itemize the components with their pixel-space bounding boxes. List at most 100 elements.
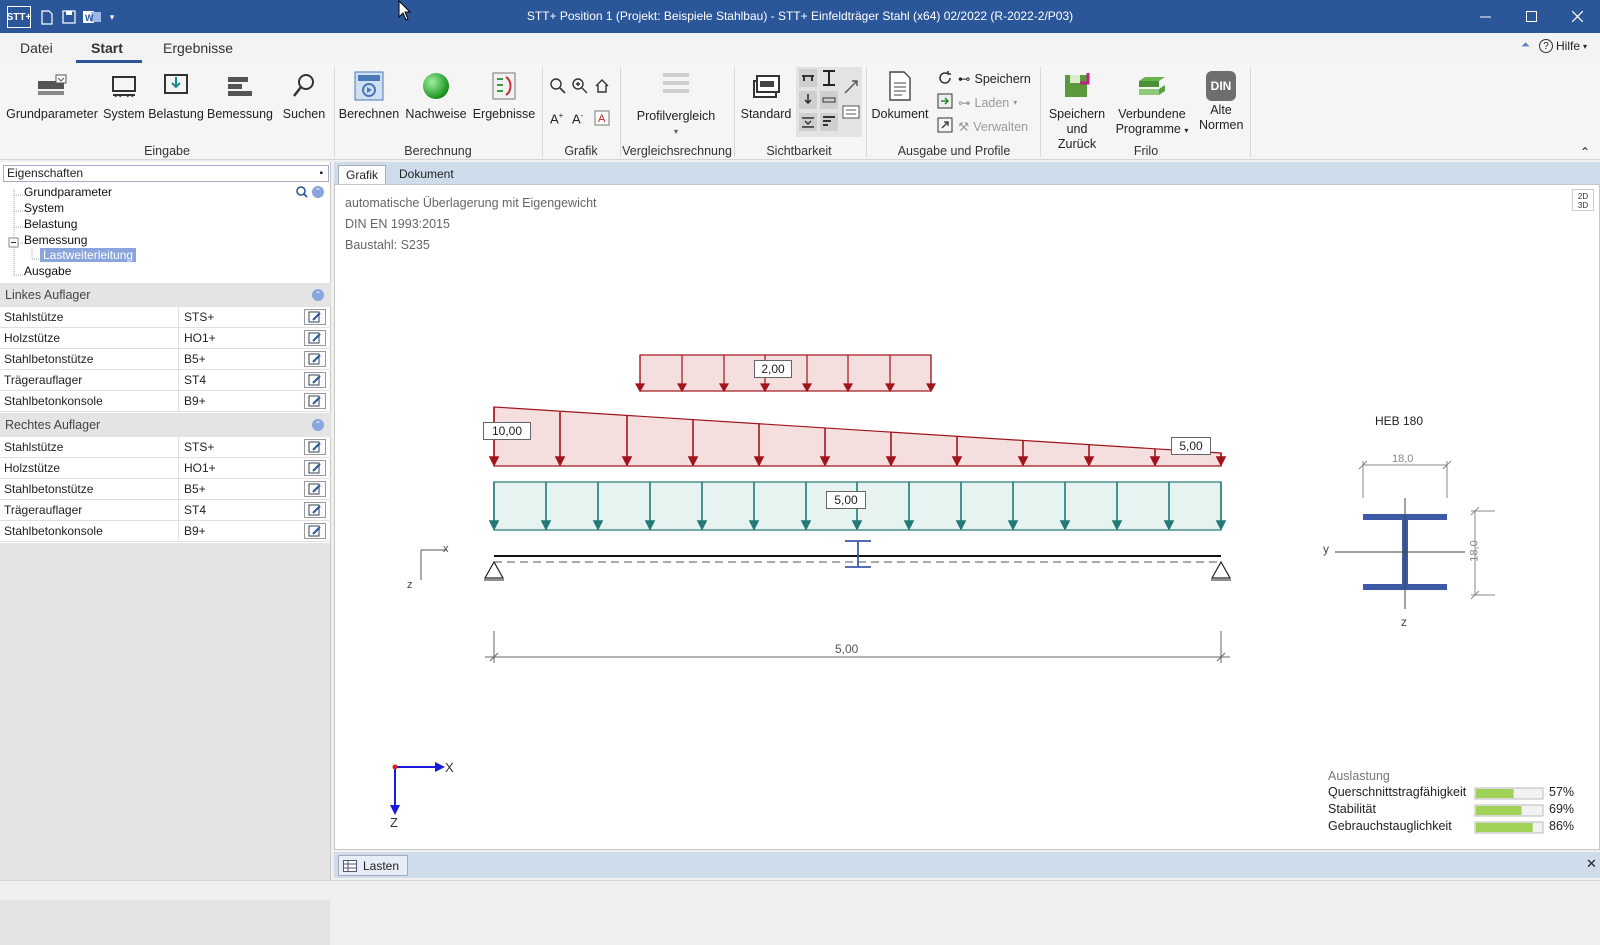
tree-item-bemessung[interactable]: Bemessung [24, 233, 87, 247]
collapse-up-icon[interactable]: ⌃ [312, 289, 324, 301]
collapse-up-icon[interactable]: ⌃ [312, 186, 324, 198]
edit-icon[interactable] [304, 523, 326, 539]
group-eingabe-label: Eingabe [144, 144, 190, 158]
property-row: Stahlbetonkonsole B9+ [0, 391, 331, 412]
grundparameter-button[interactable]: Grundparameter [4, 71, 100, 122]
alte-normen-button[interactable]: DIN Alte Normen [1195, 71, 1247, 133]
ergebnisse-button[interactable]: Ergebnisse [472, 71, 536, 122]
belastung-button[interactable]: Belastung [148, 71, 204, 122]
edit-icon[interactable] [304, 330, 326, 346]
property-value[interactable]: HO1+ [178, 458, 303, 478]
tab-ergebnisse[interactable]: Ergebnisse [163, 40, 233, 56]
property-value[interactable]: B5+ [178, 349, 303, 369]
refresh-icon[interactable] [937, 70, 953, 89]
dimension-toggle-icon[interactable] [842, 78, 860, 99]
speichern-und-zurueck-button[interactable]: Speichern und Zurück [1044, 71, 1110, 152]
group-berechnung-label: Berechnung [404, 144, 472, 158]
berechnen-button[interactable]: Berechnen [338, 71, 400, 122]
compare-icon [663, 73, 689, 93]
laden-profile-button[interactable]: ⊶ Laden ▾ [958, 95, 1017, 111]
search-icon[interactable] [296, 186, 308, 201]
verbundene-programme-button[interactable]: Verbundene Programme ▾ [1112, 71, 1192, 138]
tab-datei[interactable]: Datei [20, 40, 53, 56]
collapse-up-icon[interactable]: ⏶ [1521, 39, 1530, 52]
left-support-title: Linkes Auflager [5, 288, 91, 302]
property-key: Stahlstütze [4, 310, 64, 324]
close-icon[interactable]: ✕ [1586, 856, 1597, 872]
standard-view-button[interactable]: Standard [738, 71, 794, 122]
speichern-profile-button[interactable]: ⊷ Speichern [958, 71, 1031, 87]
tree-item-belastung[interactable]: Belastung [24, 217, 77, 231]
tree-item-system[interactable]: System [24, 201, 64, 215]
profilvergleich-button[interactable]: Profilvergleich ▾ [630, 71, 722, 139]
property-value[interactable]: B9+ [178, 521, 303, 541]
tab-dokument[interactable]: Dokument [392, 165, 461, 184]
edit-icon[interactable] [304, 460, 326, 476]
text-color-icon[interactable]: A [594, 110, 610, 129]
group-ausgabe-label: Ausgabe und Profile [897, 144, 1011, 158]
property-value[interactable]: B9+ [178, 391, 303, 411]
property-value[interactable]: ST4 [178, 500, 303, 520]
property-key: Trägerauflager [4, 503, 83, 517]
bemessung-button[interactable]: Bemessung [206, 71, 274, 122]
tab-lasten[interactable]: Lasten [338, 855, 409, 876]
font-increase-icon[interactable]: A+ [550, 111, 563, 126]
load-icon [164, 74, 188, 94]
tree-item-grundparameter[interactable]: Grundparameter [24, 185, 112, 199]
edit-icon[interactable] [304, 372, 326, 388]
edit-icon[interactable] [304, 481, 326, 497]
edit-icon[interactable] [304, 439, 326, 455]
zoom-in-icon[interactable] [572, 78, 588, 97]
utilization-bar-fill [1476, 806, 1522, 815]
dokument-button[interactable]: Dokument [870, 71, 930, 122]
maximize-button[interactable] [1508, 0, 1554, 33]
numbering-toggle-icon[interactable] [820, 91, 838, 112]
label-toggle-icon[interactable] [842, 103, 860, 124]
close-button[interactable] [1554, 0, 1600, 33]
verwalten-profile-button[interactable]: ⚒ Verwalten [958, 119, 1028, 135]
result-toggle-icon[interactable] [820, 113, 838, 134]
property-value[interactable]: B5+ [178, 479, 303, 499]
ribbon: Grundparameter System Belastung Bemessun… [0, 63, 1600, 160]
help-button[interactable]: ? Hilfe ▾ [1539, 39, 1587, 53]
support-toggle-icon[interactable] [799, 113, 817, 134]
tree-item-ausgabe[interactable]: Ausgabe [24, 264, 71, 278]
profile-height-label: 18,0 [1468, 540, 1481, 562]
edit-icon[interactable] [304, 351, 326, 367]
suchen-button[interactable]: Suchen [278, 71, 330, 122]
load-value-label: 5,00 [1171, 437, 1211, 455]
zoom-icon[interactable] [550, 78, 566, 97]
property-value[interactable]: ST4 [178, 370, 303, 390]
wrench-icon: ⚒ [958, 120, 970, 134]
property-value[interactable]: STS+ [178, 437, 303, 457]
export-image-icon[interactable] [937, 93, 953, 112]
home-icon[interactable] [594, 78, 610, 97]
collapse-up-icon[interactable]: ⌃ [312, 419, 324, 431]
graphic-canvas[interactable]: automatische Überlagerung mit Eigengewic… [334, 184, 1600, 850]
property-value[interactable]: HO1+ [178, 328, 303, 348]
expand-window-icon[interactable] [937, 117, 953, 136]
chevron-down-icon: ▾ [1184, 126, 1189, 135]
lasten-label: Lasten [363, 858, 400, 873]
beam-toggle-icon[interactable] [799, 69, 817, 90]
auslastung-label: Stabilität [1328, 802, 1376, 816]
tab-start[interactable]: Start [91, 40, 123, 56]
nachweise-button[interactable]: Nachweise [403, 71, 469, 122]
font-decrease-icon[interactable]: A- [572, 111, 583, 126]
collapse-ribbon-icon[interactable]: ⌃ [1580, 145, 1590, 159]
property-row: Stahlstütze STS+ [0, 437, 331, 458]
property-value[interactable]: STS+ [178, 307, 303, 327]
edit-icon[interactable] [304, 309, 326, 325]
group-frilo-label: Frilo [1133, 144, 1159, 158]
section-toggle-icon[interactable] [820, 69, 838, 90]
minimize-button[interactable] [1462, 0, 1508, 33]
section-right-support: Rechtes Auflager ⌃ [0, 413, 331, 437]
edit-icon[interactable] [304, 393, 326, 409]
system-button[interactable]: System [102, 71, 146, 122]
pin-icon[interactable]: ▪ [319, 166, 323, 181]
load-toggle-icon[interactable] [799, 91, 817, 112]
tree-item-lastweiterleitung[interactable]: Lastweiterleitung [40, 248, 137, 262]
load-value-label: 10,00 [483, 422, 531, 440]
tab-grafik[interactable]: Grafik [338, 165, 387, 184]
edit-icon[interactable] [304, 502, 326, 518]
